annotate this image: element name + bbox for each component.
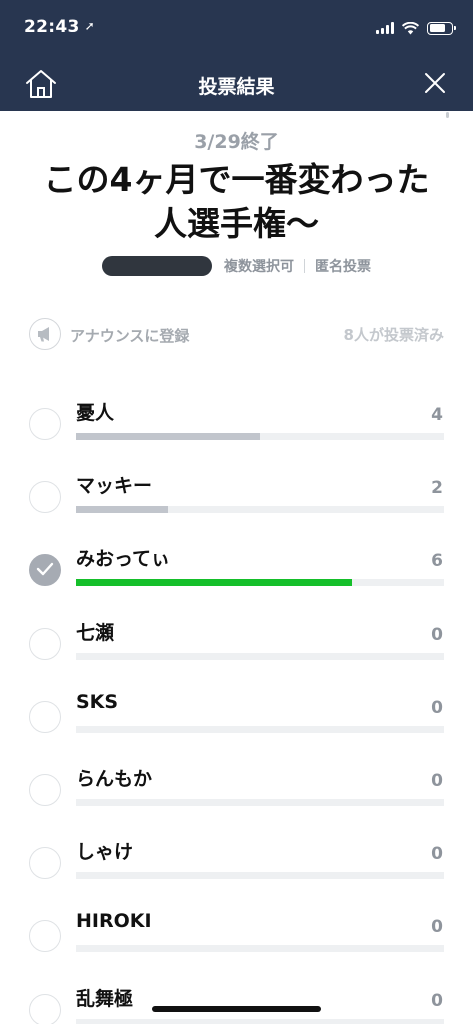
voted-count: 8人が投票済み	[343, 326, 444, 344]
option-label: 七瀬	[76, 621, 115, 644]
radio-button[interactable]	[29, 700, 61, 733]
option-label: SKS	[76, 690, 119, 713]
poll-closed-date: 3/29終了	[194, 131, 279, 153]
option-vote-count: 0	[431, 917, 443, 938]
redacted-author	[102, 256, 212, 276]
poll-option[interactable]: HIROKI 0	[0, 910, 473, 982]
radio-button[interactable]	[29, 627, 61, 660]
radio-button[interactable]	[29, 481, 61, 514]
checked-radio-icon[interactable]	[29, 554, 61, 587]
poll-option[interactable]: マッキー 2	[0, 471, 473, 543]
poll-option[interactable]: しゃけ 0	[0, 837, 473, 909]
option-vote-count: 0	[431, 771, 443, 791]
option-progress-fill	[76, 579, 352, 587]
page-title: 投票結果	[198, 76, 275, 98]
option-progress-track	[76, 506, 444, 514]
option-progress-track	[76, 1018, 444, 1024]
option-vote-count: 4	[431, 405, 443, 425]
option-progress-track	[76, 872, 444, 880]
poll-option[interactable]: みおってぃ 6	[0, 544, 473, 616]
option-progress-track	[76, 652, 444, 660]
option-label: 乱舞極	[76, 987, 134, 1010]
option-progress-track	[76, 433, 444, 440]
poll-title: この4ヶ月で一番変わった 人選手権〜	[20, 158, 453, 246]
radio-button[interactable]	[29, 847, 61, 880]
option-vote-count: 0	[431, 990, 443, 1011]
option-progress-track	[76, 945, 444, 953]
option-label: らんもか	[76, 768, 153, 790]
radio-button[interactable]	[29, 993, 61, 1024]
option-label: HIROKI	[76, 910, 152, 933]
poll-option[interactable]: らんもか 0	[0, 764, 473, 836]
option-progress-fill	[76, 433, 260, 440]
option-vote-count: 2	[431, 478, 443, 499]
option-label: 憂人	[76, 402, 115, 424]
announce-register-link[interactable]: アナウンスに登録	[70, 325, 189, 346]
close-icon[interactable]	[423, 71, 447, 95]
checkmark-icon	[36, 563, 54, 576]
option-vote-count: 0	[431, 697, 443, 718]
poll-title-line: この4ヶ月で一番変わった	[43, 160, 430, 199]
app-header: 22:43 ➚ 投票結果	[0, 0, 473, 111]
option-vote-count: 0	[431, 844, 443, 865]
battery-icon	[427, 21, 456, 35]
radio-button[interactable]	[29, 408, 61, 440]
option-progress-track	[76, 579, 444, 587]
poll-option[interactable]: 七瀬 0	[0, 618, 473, 690]
poll-info-row: 複数選択可 匿名投票	[0, 256, 473, 276]
tag-multiple-choice: 複数選択可	[224, 259, 294, 275]
wifi-icon	[402, 21, 419, 34]
status-time: 22:43 ➚	[24, 17, 95, 37]
location-arrow-icon: ➚	[84, 19, 95, 33]
poll-option[interactable]: 乱舞極 0	[0, 984, 473, 1024]
option-vote-count: 6	[431, 551, 443, 572]
scroll-indicator	[446, 112, 449, 118]
status-indicators	[376, 20, 456, 36]
option-progress-fill	[76, 506, 168, 514]
option-progress-track	[76, 725, 444, 733]
home-indicator	[152, 1006, 321, 1012]
tag-anonymous: 匿名投票	[315, 259, 371, 275]
divider	[304, 259, 305, 273]
poll-title-line: 人選手権〜	[154, 204, 319, 243]
poll-option[interactable]: 憂人 4	[0, 398, 473, 470]
option-progress-track	[76, 799, 444, 806]
radio-button[interactable]	[29, 920, 61, 953]
cellular-signal-icon	[376, 22, 394, 34]
option-label: しゃけ	[76, 841, 134, 864]
megaphone-icon[interactable]	[29, 318, 61, 350]
radio-button[interactable]	[29, 774, 61, 806]
option-label: みおってぃ	[76, 548, 171, 571]
option-label: マッキー	[76, 475, 153, 498]
option-vote-count: 0	[431, 624, 443, 645]
poll-option[interactable]: SKS 0	[0, 691, 473, 763]
